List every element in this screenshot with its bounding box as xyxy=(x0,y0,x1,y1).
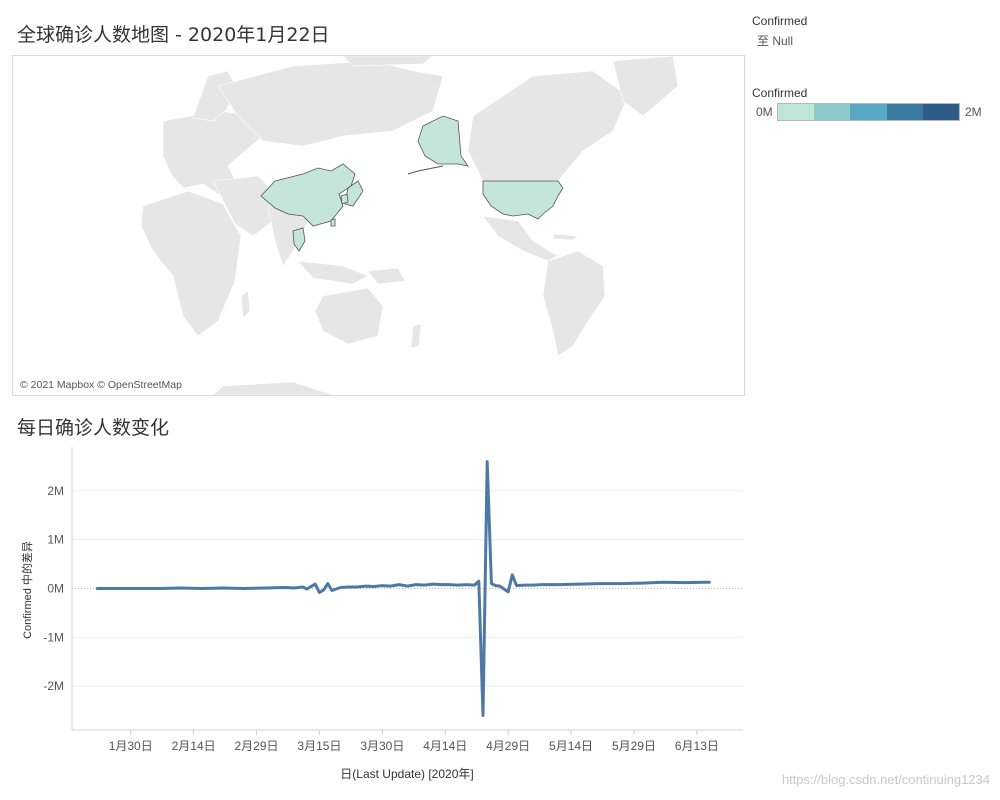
daily-confirmed-chart[interactable]: 2M 1M 0M -1M -2M 1月30日 2月14日 2月29日 3月15日 3月30日 4月… xyxy=(0,440,1000,785)
series-line-0[interactable] xyxy=(95,460,711,717)
legend-swatch-1 xyxy=(814,104,851,120)
legend-swatch-0 xyxy=(778,104,815,120)
chart-y-ticks: 2M 1M 0M -1M -2M xyxy=(43,484,64,693)
x-tick-label-8: 5月29日 xyxy=(612,739,656,753)
legend-null-title: Confirmed xyxy=(752,14,808,28)
chart-x-ticks: 1月30日 2月14日 2月29日 3月15日 3月30日 4月14日 4月29日 5月14日… xyxy=(109,730,719,753)
x-tick-label-6: 4月29日 xyxy=(486,739,530,753)
legend-max-label: 2M xyxy=(965,105,982,119)
land-indonesia xyxy=(297,260,369,285)
world-map[interactable]: © 2021 Mapbox © OpenStreetMap xyxy=(12,55,745,396)
chart-x-axis-label: 日(Last Update) [2020年] xyxy=(340,767,473,781)
map-title: 全球确诊人数地图 - 2020年1月22日 xyxy=(17,24,330,46)
land-arctic xyxy=(342,56,434,67)
watermark: https://blog.csdn.net/continuing1234 xyxy=(781,772,990,787)
y-tick-label-0: 2M xyxy=(47,484,64,498)
legend-min-label: 0M xyxy=(756,105,773,119)
legend-swatch-4 xyxy=(922,104,960,120)
x-tick-label-1: 2月14日 xyxy=(172,739,216,753)
y-tick-label-2: 0M xyxy=(47,582,64,596)
chart-series[interactable] xyxy=(95,460,711,717)
x-tick-label-5: 4月14日 xyxy=(423,739,467,753)
map-region-taiwan[interactable] xyxy=(330,218,336,227)
chart-y-axis-label: Confirmed 中的差异 xyxy=(20,541,34,639)
x-tick-label-9: 6月13日 xyxy=(675,739,719,753)
land-australia xyxy=(314,287,384,345)
y-tick-label-3: -1M xyxy=(43,630,64,644)
land-madagascar xyxy=(240,290,251,319)
map-attribution: © 2021 Mapbox © OpenStreetMap xyxy=(20,379,182,391)
land-mexico xyxy=(482,215,559,262)
legend-color-title: Confirmed xyxy=(752,86,808,100)
land-south-america xyxy=(542,250,606,357)
land-new-zealand xyxy=(410,323,422,349)
y-tick-label-4: -2M xyxy=(43,679,64,693)
land-canada xyxy=(467,70,629,182)
chart-title: 每日确诊人数变化 xyxy=(17,417,170,439)
map-region-united-states[interactable] xyxy=(482,180,564,220)
land-new-guinea xyxy=(367,267,406,285)
land-caribbean xyxy=(552,233,579,241)
x-tick-label-3: 3月15日 xyxy=(297,739,341,753)
x-tick-label-7: 5月14日 xyxy=(549,739,593,753)
y-tick-label-1: 1M xyxy=(47,533,64,547)
x-tick-label-4: 3月30日 xyxy=(360,739,404,753)
legend-null-label[interactable]: 至 Null xyxy=(757,32,793,49)
land-antarctica xyxy=(212,381,334,395)
map-region-alaska[interactable] xyxy=(417,115,469,167)
legend-swatch-2 xyxy=(850,104,887,120)
map-aleutians xyxy=(407,165,444,175)
land-africa xyxy=(140,190,242,337)
legend-swatch-3 xyxy=(886,104,923,120)
map-region-south-korea[interactable] xyxy=(340,193,349,205)
map-canvas[interactable] xyxy=(13,56,744,395)
x-tick-label-2: 2月29日 xyxy=(235,739,279,753)
legend-color-ramp[interactable] xyxy=(777,103,960,121)
map-background-land xyxy=(140,56,679,395)
x-tick-label-0: 1月30日 xyxy=(109,739,153,753)
